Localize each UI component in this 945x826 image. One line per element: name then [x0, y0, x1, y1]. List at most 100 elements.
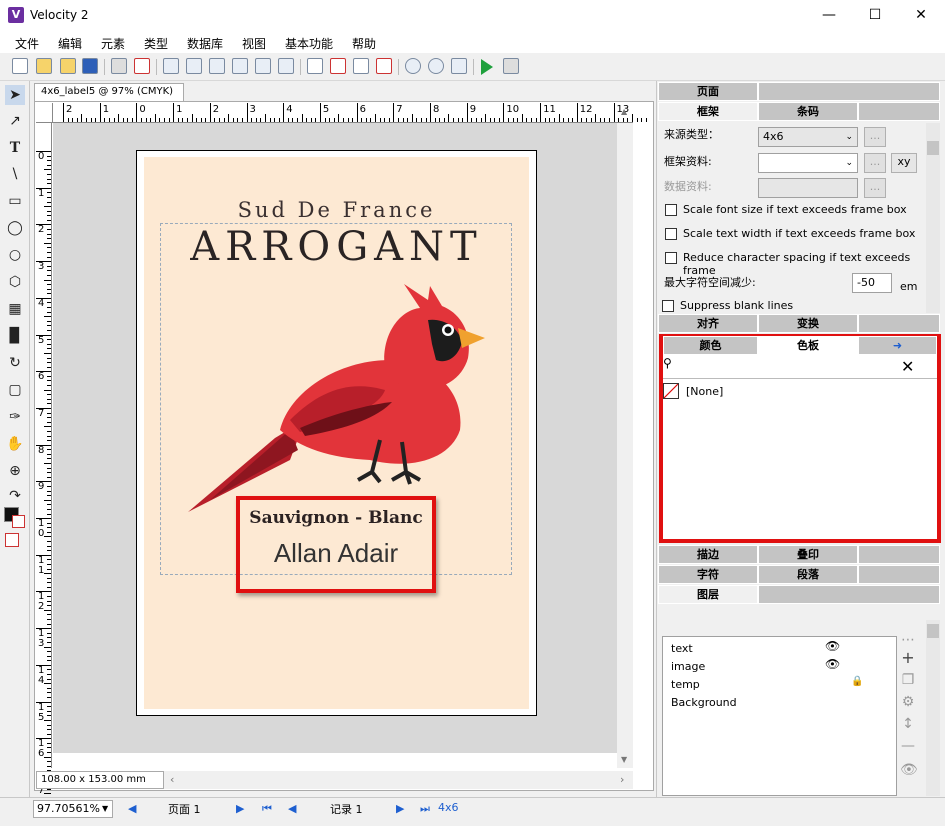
scrollbar-thumb[interactable] [927, 624, 939, 638]
none-swatch-icon[interactable] [663, 383, 679, 399]
hide-layer-icon[interactable]: 👁 [900, 762, 918, 778]
tab-row1-blank[interactable] [858, 314, 940, 333]
add-layer-icon[interactable]: + [900, 648, 916, 667]
document-tab[interactable]: 4x6_label5 @ 97% (CMYK) [34, 83, 184, 101]
menu-type[interactable]: 类型 [144, 35, 168, 52]
menu-database[interactable]: 数据库 [187, 35, 223, 52]
ungroup-icon[interactable] [278, 58, 294, 74]
eye-icon[interactable]: 👁 [825, 657, 840, 671]
next-page-icon[interactable]: ▶ [236, 802, 244, 815]
menu-view[interactable]: 视图 [242, 35, 266, 52]
delete-swatch-icon[interactable]: ✕ [901, 357, 914, 376]
lock-icon[interactable]: 🔒 [851, 676, 863, 687]
tab-color[interactable]: 颜色 [663, 336, 758, 355]
label-subtitle[interactable]: Sud De France [144, 198, 529, 222]
align-frame-icon[interactable] [163, 58, 179, 74]
layer-image[interactable]: image [671, 660, 705, 673]
vertical-scrollbar[interactable]: ▲ ▼ [617, 107, 633, 768]
run-preview-icon[interactable] [481, 59, 493, 75]
eyedropper-icon[interactable]: ✑ [5, 407, 25, 427]
zoom-select[interactable]: 97.70561% ▼ [33, 800, 113, 818]
report-icon[interactable] [503, 58, 519, 74]
minimize-button[interactable]: — [806, 0, 852, 31]
prev-page-icon[interactable]: ◀ [128, 802, 136, 815]
menu-edit[interactable]: 编辑 [58, 35, 82, 52]
open-folder-icon[interactable] [36, 58, 52, 74]
remove-layer-icon[interactable]: — [900, 738, 916, 754]
none-color-swatch[interactable] [5, 533, 19, 547]
rectangle-tool-icon[interactable]: ▭ [5, 191, 25, 211]
eye-icon[interactable]: 👁 [825, 639, 840, 653]
ellipse-tool-icon[interactable]: ○ [5, 245, 25, 265]
scrollbar-thumb[interactable] [927, 141, 939, 155]
frame-bottom-icon[interactable] [376, 58, 392, 74]
ruler-origin[interactable] [36, 103, 53, 123]
tab-frame-blank[interactable] [858, 102, 940, 121]
scroll-left-icon[interactable]: ‹ [170, 773, 174, 786]
frame-props-scrollbar[interactable] [926, 123, 940, 313]
prev-record-icon[interactable]: ◀ [288, 802, 296, 815]
suppress-blank-checkbox[interactable] [662, 300, 674, 312]
tab-row4-blank[interactable] [858, 565, 940, 584]
zoom-fit-icon[interactable] [451, 58, 467, 74]
source-type-select[interactable]: 4x6 ⌄ [758, 127, 858, 147]
zoom-in-icon[interactable] [405, 58, 421, 74]
menu-basic-functions[interactable]: 基本功能 [285, 35, 333, 52]
frame-data-select[interactable]: ⌄ [758, 153, 858, 173]
rounded-rect-tool-icon[interactable]: ◯ [5, 218, 25, 238]
menu-help[interactable]: 帮助 [352, 35, 376, 52]
duplicate-layer-icon[interactable]: ❐ [900, 672, 916, 688]
data-data-field[interactable] [758, 178, 858, 198]
group-icon[interactable] [255, 58, 271, 74]
frame-data-browse-button[interactable]: ... [864, 153, 886, 173]
stroke-color-swatch[interactable] [12, 515, 25, 528]
more-options-icon[interactable]: ⋯ [900, 632, 916, 648]
hand-tool-icon[interactable]: ✋ [5, 434, 25, 454]
scroll-right-icon[interactable]: › [620, 773, 624, 786]
close-button[interactable]: ✕ [898, 0, 944, 31]
wine-type-text[interactable]: Sauvignon - Blanc [238, 508, 434, 528]
label-title[interactable]: ARROGANT [144, 224, 529, 270]
select-arrow-icon[interactable]: ➤ [5, 85, 25, 105]
pdf-icon[interactable] [134, 58, 150, 74]
wine-maker-text[interactable]: Allan Adair [238, 538, 434, 569]
merge-layer-icon[interactable]: ↕ [900, 716, 916, 732]
scroll-down-icon[interactable]: ▼ [621, 755, 627, 764]
max-spacing-input[interactable]: -50 [852, 273, 892, 293]
frame-box-icon[interactable] [307, 58, 323, 74]
cardinal-bird-image[interactable] [180, 280, 490, 520]
maximize-button[interactable]: ☐ [852, 0, 898, 31]
scroll-up-icon[interactable]: ▲ [621, 107, 627, 116]
layer-background[interactable]: Background [671, 696, 737, 709]
tab-row5-blank[interactable] [758, 585, 940, 604]
zoom-tool-icon[interactable]: ⊕ [5, 461, 25, 481]
scale-width-checkbox[interactable] [665, 228, 677, 240]
tab-row3-blank[interactable] [858, 545, 940, 564]
tab-row2-more[interactable]: ➜ [858, 336, 937, 355]
rotate-tool-icon[interactable]: ↻ [5, 353, 25, 373]
new-file-icon[interactable] [12, 58, 28, 74]
xy-button[interactable]: xy [891, 153, 917, 173]
zoom-out-icon[interactable] [428, 58, 444, 74]
tab-barcode[interactable]: 条码 [758, 102, 858, 121]
layout-name[interactable]: 4x6 [438, 801, 459, 814]
data-data-browse-button[interactable]: ... [864, 178, 886, 198]
frame-top-icon[interactable] [353, 58, 369, 74]
crop-tool-icon[interactable]: ▢ [5, 380, 25, 400]
vertical-ruler[interactable]: 01234567891011121314151617 [36, 123, 52, 809]
text-tool-icon[interactable]: T [5, 138, 25, 158]
tab-stroke[interactable]: 描边 [658, 545, 758, 564]
tab-page-blank[interactable] [758, 82, 940, 101]
first-record-icon[interactable]: ⏮ [262, 802, 272, 816]
tab-frame[interactable]: 框架 [658, 102, 758, 121]
open-recent-icon[interactable] [60, 58, 76, 74]
direct-select-icon[interactable]: ↗ [5, 111, 25, 131]
tab-swatches[interactable]: 色板 [758, 336, 858, 355]
menu-file[interactable]: 文件 [15, 35, 39, 52]
next-record-icon[interactable]: ▶ [396, 802, 404, 815]
polygon-tool-icon[interactable]: ⬡ [5, 272, 25, 292]
frame-red-icon[interactable] [330, 58, 346, 74]
layers-scrollbar[interactable] [926, 620, 940, 796]
tab-align[interactable]: 对齐 [658, 314, 758, 333]
swatch-search-icon[interactable]: ⚲ [663, 356, 672, 370]
